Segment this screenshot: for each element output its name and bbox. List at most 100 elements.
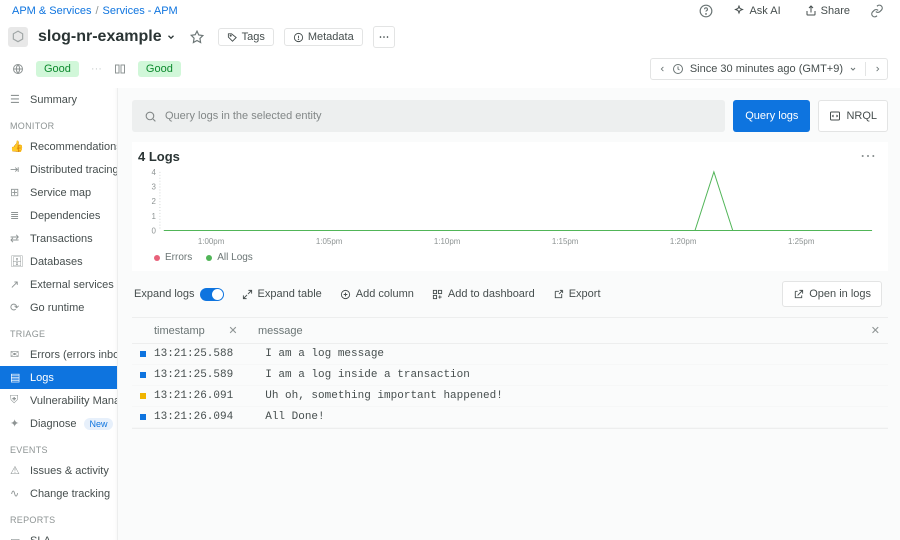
breadcrumb-link-apm[interactable]: APM & Services [12, 5, 91, 17]
share-label: Share [821, 5, 850, 17]
globe-icon [12, 63, 24, 75]
sidebar-item-distributed-tracing[interactable]: ⇥Distributed tracing [0, 158, 117, 181]
sidebar-item-external-services[interactable]: ↗External services [0, 273, 117, 296]
divider [865, 62, 866, 76]
health-badge-summary[interactable]: Good [36, 61, 79, 77]
chevron-left-icon [659, 64, 666, 74]
time-picker[interactable]: Since 30 minutes ago (GMT+9) [650, 58, 888, 80]
timestamp-cell: 13:21:25.589 [154, 369, 233, 381]
legend-errors[interactable]: Errors [154, 252, 192, 263]
sidebar-item-errors-inbox[interactable]: ✉Errors (errors inbox) [0, 343, 117, 366]
legend-dot-errors [154, 255, 160, 261]
sidebar-item-databases[interactable]: 🗄Databases [0, 250, 117, 273]
sidebar-item-transactions[interactable]: ⇄Transactions [0, 227, 117, 250]
nrql-label: NRQL [846, 110, 877, 122]
log-row[interactable]: 13:21:25.588I am a log message [132, 344, 888, 365]
help-icon[interactable] [695, 0, 717, 22]
sidebar: ☰Summary MONITOR 👍Recommendations ⇥Distr… [0, 88, 118, 540]
share-button[interactable]: Share [797, 2, 858, 20]
sidebar-group-triage: TRIAGE [0, 319, 117, 343]
sidebar-item-sla[interactable]: ▭SLA [0, 529, 117, 540]
add-column-button[interactable]: Add column [340, 288, 414, 300]
favorite-star-icon[interactable] [186, 26, 208, 48]
toggle-switch[interactable] [200, 288, 224, 301]
map-icon: ⊞ [10, 186, 22, 199]
logs-chart[interactable]: 012341:00pm1:05pm1:10pm1:15pm1:20pm1:25p… [132, 168, 888, 252]
sidebar-item-recommendations[interactable]: 👍Recommendations [0, 135, 117, 158]
sidebar-group-events: EVENTS [0, 435, 117, 459]
log-table-body: 13:21:25.588I am a log message13:21:25.5… [132, 344, 888, 429]
main-content: Query logs in the selected entity Query … [118, 88, 900, 540]
query-logs-button[interactable]: Query logs [733, 100, 810, 132]
add-to-dashboard-button[interactable]: Add to dashboard [432, 288, 535, 300]
remove-message-column-button[interactable]: ✕ [871, 324, 880, 337]
metadata-chip[interactable]: Metadata [284, 28, 363, 46]
timestamp-cell: 13:21:26.094 [154, 411, 233, 423]
change-icon: ∿ [10, 487, 22, 500]
chevron-down-icon [849, 65, 857, 73]
sidebar-item-summary[interactable]: ☰Summary [0, 88, 117, 111]
expand-icon [242, 289, 253, 300]
nrql-button[interactable]: NRQL [818, 100, 888, 132]
shield-icon: ⛨ [10, 394, 22, 407]
open-in-logs-button[interactable]: Open in logs [782, 281, 882, 307]
sidebar-item-issues-activity[interactable]: ⚠Issues & activity [0, 459, 117, 482]
layers-icon: ≣ [10, 209, 22, 222]
more-menu-button[interactable] [373, 26, 395, 48]
message-cell: I am a log message [233, 348, 880, 360]
sidebar-item-service-map[interactable]: ⊞Service map [0, 181, 117, 204]
ask-ai-button[interactable]: Ask AI [725, 2, 788, 20]
svg-text:1: 1 [151, 212, 155, 221]
legend-all-logs[interactable]: All Logs [206, 252, 253, 263]
export-icon [553, 289, 564, 300]
ask-ai-label: Ask AI [749, 5, 780, 17]
sidebar-item-vulnerability[interactable]: ⛨Vulnerability Manage... [0, 389, 117, 412]
sidebar-item-go-runtime[interactable]: ⟳Go runtime [0, 296, 117, 319]
sidebar-item-logs[interactable]: ▤Logs [0, 366, 117, 389]
diagnose-icon: ✦ [10, 417, 22, 430]
export-button[interactable]: Export [553, 288, 601, 300]
list-icon: ☰ [10, 93, 22, 106]
severity-dot [140, 393, 146, 399]
log-row[interactable]: 13:21:26.091Uh oh, something important h… [132, 386, 888, 407]
chart-title: 4 Logs [138, 149, 180, 164]
app-title-text: slog-nr-example [38, 28, 162, 46]
severity-dot [140, 351, 146, 357]
inbox-icon: ✉ [10, 348, 22, 361]
runtime-icon: ⟳ [10, 301, 22, 314]
transactions-icon: ⇄ [10, 232, 22, 245]
dashboard-icon [432, 289, 443, 300]
svg-text:1:15pm: 1:15pm [552, 237, 579, 246]
remove-timestamp-column-button[interactable]: ✕ [226, 324, 240, 337]
sidebar-item-diagnose[interactable]: ✦DiagnoseNew [0, 412, 117, 435]
expand-logs-toggle[interactable]: Expand logs [134, 288, 224, 301]
column-header-message[interactable]: message [240, 325, 871, 337]
timestamp-cell: 13:21:25.588 [154, 348, 233, 360]
svg-text:0: 0 [151, 226, 156, 235]
database-icon: 🗄 [10, 255, 22, 268]
message-cell: Uh oh, something important happened! [233, 390, 880, 402]
tags-chip[interactable]: Tags [218, 28, 274, 46]
column-header-timestamp[interactable]: timestamp [154, 325, 226, 337]
log-row[interactable]: 13:21:25.589I am a log inside a transact… [132, 365, 888, 386]
chart-more-button[interactable]: ⋯ [854, 146, 882, 166]
divider-dots: ··· [91, 63, 102, 75]
page-title[interactable]: slog-nr-example [38, 28, 176, 46]
new-badge: New [84, 418, 112, 430]
sidebar-item-change-tracking[interactable]: ∿Change tracking [0, 482, 117, 505]
chevron-down-icon [166, 32, 176, 42]
breadcrumb-link-services[interactable]: Services - APM [103, 5, 178, 17]
link-icon[interactable] [866, 0, 888, 22]
message-cell: I am a log inside a transaction [233, 369, 880, 381]
sidebar-item-dependencies[interactable]: ≣Dependencies [0, 204, 117, 227]
expand-table-button[interactable]: Expand table [242, 288, 322, 300]
search-input[interactable]: Query logs in the selected entity [132, 100, 725, 132]
severity-dot [140, 372, 146, 378]
activity-icon: ⚠ [10, 464, 22, 477]
external-icon: ↗ [10, 278, 22, 291]
log-row[interactable]: 13:21:26.094All Done! [132, 407, 888, 428]
document-icon: ▤ [10, 371, 22, 384]
breadcrumb: APM & Services / Services - APM [12, 5, 178, 17]
svg-text:1:05pm: 1:05pm [316, 237, 343, 246]
health-badge-workload[interactable]: Good [138, 61, 181, 77]
